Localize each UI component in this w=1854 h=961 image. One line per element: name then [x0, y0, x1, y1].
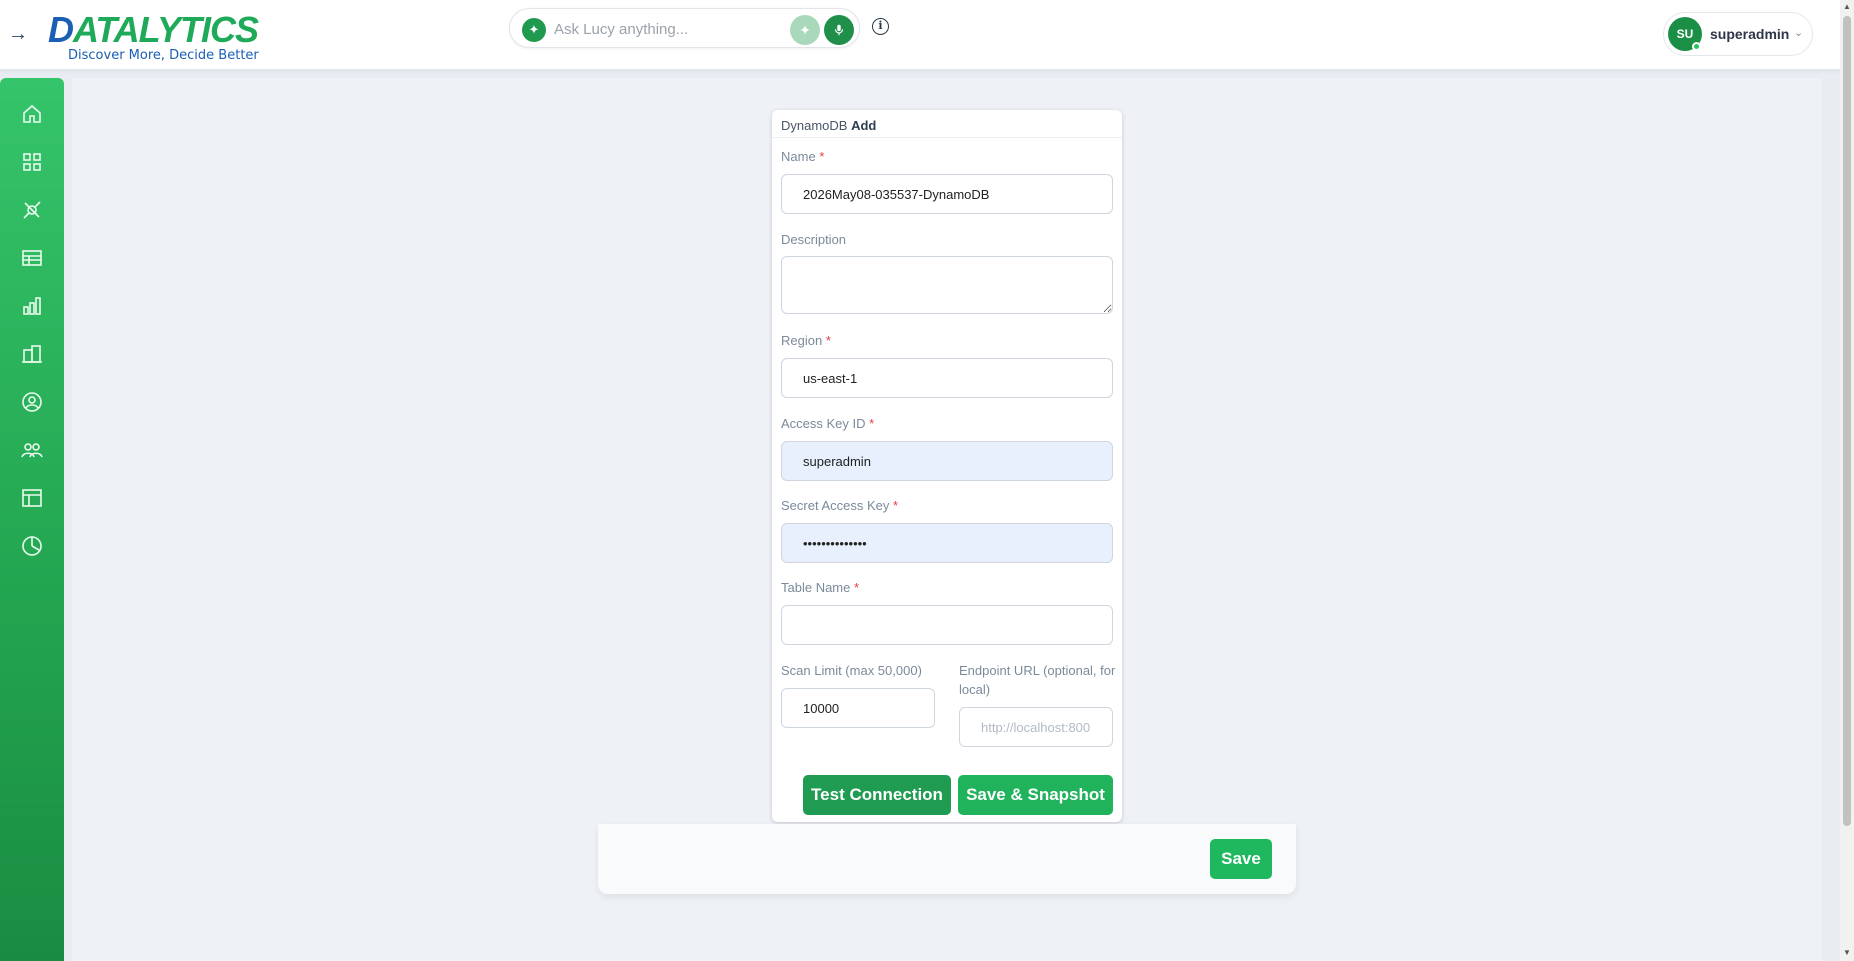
- layout-icon[interactable]: [20, 486, 44, 510]
- logo-tagline: Discover More, Decide Better: [68, 48, 259, 63]
- datalytics-logo[interactable]: DATALYTICS Discover More, Decide Better: [48, 12, 268, 66]
- endpoint-url-label: Endpoint URL (optional, for local): [959, 663, 1116, 697]
- secret-key-label: Secret Access Key *: [781, 498, 899, 513]
- scroll-down-arrow-icon[interactable]: ▼: [1842, 948, 1852, 958]
- dynamodb-add-form: DynamoDB Add Name * Description Region *…: [772, 110, 1122, 822]
- user-name: superadmin: [1710, 26, 1790, 42]
- bar-chart-icon[interactable]: [20, 294, 44, 318]
- users-group-icon[interactable]: [20, 438, 44, 462]
- table-name-label: Table Name *: [781, 580, 860, 595]
- access-key-label: Access Key ID *: [781, 416, 875, 431]
- region-field[interactable]: [781, 358, 1113, 398]
- scrollbar-thumb[interactable]: [1843, 16, 1851, 826]
- magic-wand-icon: ✦: [522, 18, 546, 42]
- test-connection-button[interactable]: Test Connection: [803, 775, 951, 815]
- form-title: DynamoDB Add: [772, 110, 1122, 138]
- name-label: Name *: [781, 149, 825, 164]
- dashboard-grid-icon[interactable]: [20, 150, 44, 174]
- save-bar: Save: [598, 824, 1296, 894]
- connection-plug-icon[interactable]: [20, 198, 44, 222]
- save-button[interactable]: Save: [1210, 839, 1272, 879]
- access-key-field[interactable]: [781, 441, 1113, 481]
- endpoint-url-field[interactable]: [959, 707, 1113, 747]
- description-label: Description: [781, 232, 847, 247]
- user-circle-icon[interactable]: [20, 390, 44, 414]
- top-header: → DATALYTICS Discover More, Decide Bette…: [0, 0, 1840, 70]
- ask-lucy-search: ✦ ✦: [509, 8, 860, 48]
- save-snapshot-button[interactable]: Save & Snapshot: [958, 775, 1113, 815]
- table-icon[interactable]: [20, 246, 44, 270]
- scan-limit-label: Scan Limit (max 50,000): [781, 663, 922, 678]
- table-name-field[interactable]: [781, 605, 1113, 645]
- user-menu[interactable]: SU superadmin ⌄: [1663, 12, 1813, 56]
- building-icon[interactable]: [20, 342, 44, 366]
- description-field[interactable]: [781, 256, 1113, 314]
- microphone-icon[interactable]: [824, 15, 854, 45]
- info-icon[interactable]: i: [872, 18, 889, 35]
- sidebar: [0, 78, 64, 961]
- logo-wordmark: DATALYTICS: [48, 9, 259, 50]
- wand-action-icon[interactable]: ✦: [790, 15, 820, 45]
- scan-limit-field[interactable]: [781, 688, 935, 728]
- region-label: Region *: [781, 333, 831, 348]
- page-scrollbar[interactable]: ▲ ▼: [1840, 0, 1854, 961]
- ask-lucy-input[interactable]: [554, 17, 774, 41]
- pie-clock-icon[interactable]: [20, 534, 44, 558]
- expand-sidebar-arrow-icon[interactable]: →: [6, 22, 30, 46]
- chevron-down-icon: ⌄: [1794, 27, 1804, 39]
- scroll-up-arrow-icon[interactable]: ▲: [1842, 2, 1852, 12]
- name-field[interactable]: [781, 174, 1113, 214]
- online-status-dot: [1692, 42, 1701, 51]
- form-title-action: Add: [851, 118, 877, 133]
- form-title-type: DynamoDB: [781, 118, 848, 133]
- home-icon[interactable]: [20, 102, 44, 126]
- secret-key-field[interactable]: [781, 523, 1113, 563]
